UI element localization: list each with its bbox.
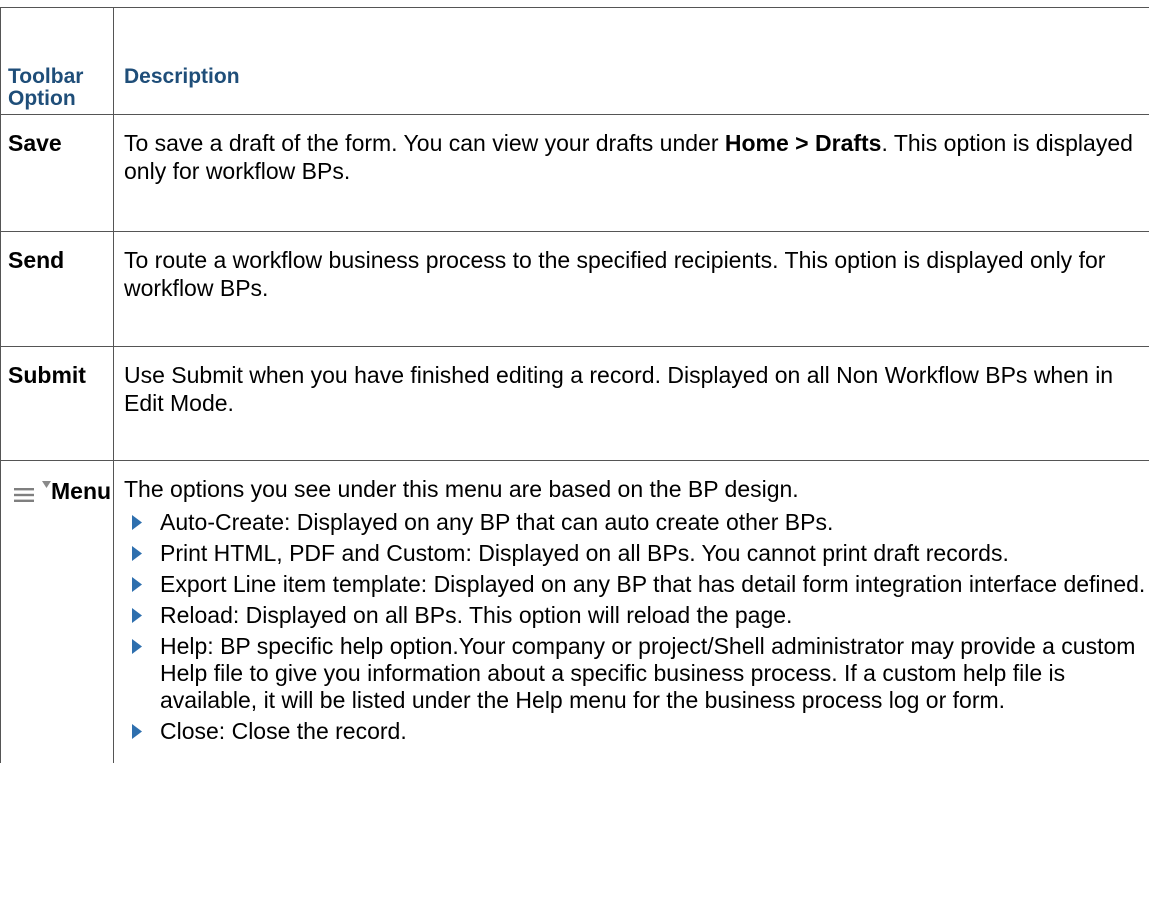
triangle-right-icon [132, 724, 142, 739]
option-menu-label: Menu [51, 478, 112, 504]
description-send: To route a workflow business process to … [113, 231, 1149, 347]
triangle-right-icon [132, 546, 142, 561]
list-item: Print HTML, PDF and Custom: Displayed on… [124, 540, 1149, 567]
option-save: Save [0, 114, 114, 232]
triangle-right-icon [132, 608, 142, 623]
list-item-text: Export Line item template: Displayed on … [160, 571, 1146, 597]
description-save-text-a: To save a draft of the form. You can vie… [124, 130, 725, 156]
list-item: Reload: Displayed on all BPs. This optio… [124, 602, 1149, 629]
column-header-description: Description [113, 7, 1149, 115]
hamburger-icon [14, 488, 34, 502]
table-row: Send To route a workflow business proces… [0, 231, 1149, 347]
description-save: To save a draft of the form. You can vie… [113, 114, 1149, 232]
list-item-text: Auto-Create: Displayed on any BP that ca… [160, 509, 834, 535]
drafts-path: Home > Drafts [724, 130, 882, 156]
table-row: Save To save a draft of the form. You ca… [0, 114, 1149, 232]
list-item-text: Help: BP specific help option.Your compa… [160, 633, 1136, 713]
menu-intro: The options you see under this menu are … [124, 476, 799, 502]
option-submit: Submit [0, 346, 114, 461]
option-send: Send [0, 231, 114, 347]
toolbar-options-table: Toolbar Option Description Save To save … [0, 7, 1149, 763]
list-item: Auto-Create: Displayed on any BP that ca… [124, 509, 1149, 536]
table-row: Submit Use Submit when you have finished… [0, 346, 1149, 461]
description-submit: Use Submit when you have finished editin… [113, 346, 1149, 461]
triangle-right-icon [132, 577, 142, 592]
menu-options-list: Auto-Create: Displayed on any BP that ca… [124, 509, 1149, 745]
option-menu: Menu [0, 460, 114, 763]
column-header-toolbar-option: Toolbar Option [0, 7, 114, 115]
caret-down-icon [42, 481, 51, 488]
list-item: Export Line item template: Displayed on … [124, 571, 1149, 598]
description-menu: The options you see under this menu are … [113, 460, 1149, 763]
list-item: Help: BP specific help option.Your compa… [124, 633, 1149, 714]
triangle-right-icon [132, 515, 142, 530]
list-item-text: Print HTML, PDF and Custom: Displayed on… [160, 540, 1009, 566]
list-item-text: Close: Close the record. [160, 718, 407, 744]
table-row: Menu The options you see under this menu… [0, 460, 1149, 763]
table-header-row: Toolbar Option Description [0, 7, 1149, 115]
triangle-right-icon [132, 639, 142, 654]
list-item-text: Reload: Displayed on all BPs. This optio… [160, 602, 793, 628]
list-item: Close: Close the record. [124, 718, 1149, 745]
